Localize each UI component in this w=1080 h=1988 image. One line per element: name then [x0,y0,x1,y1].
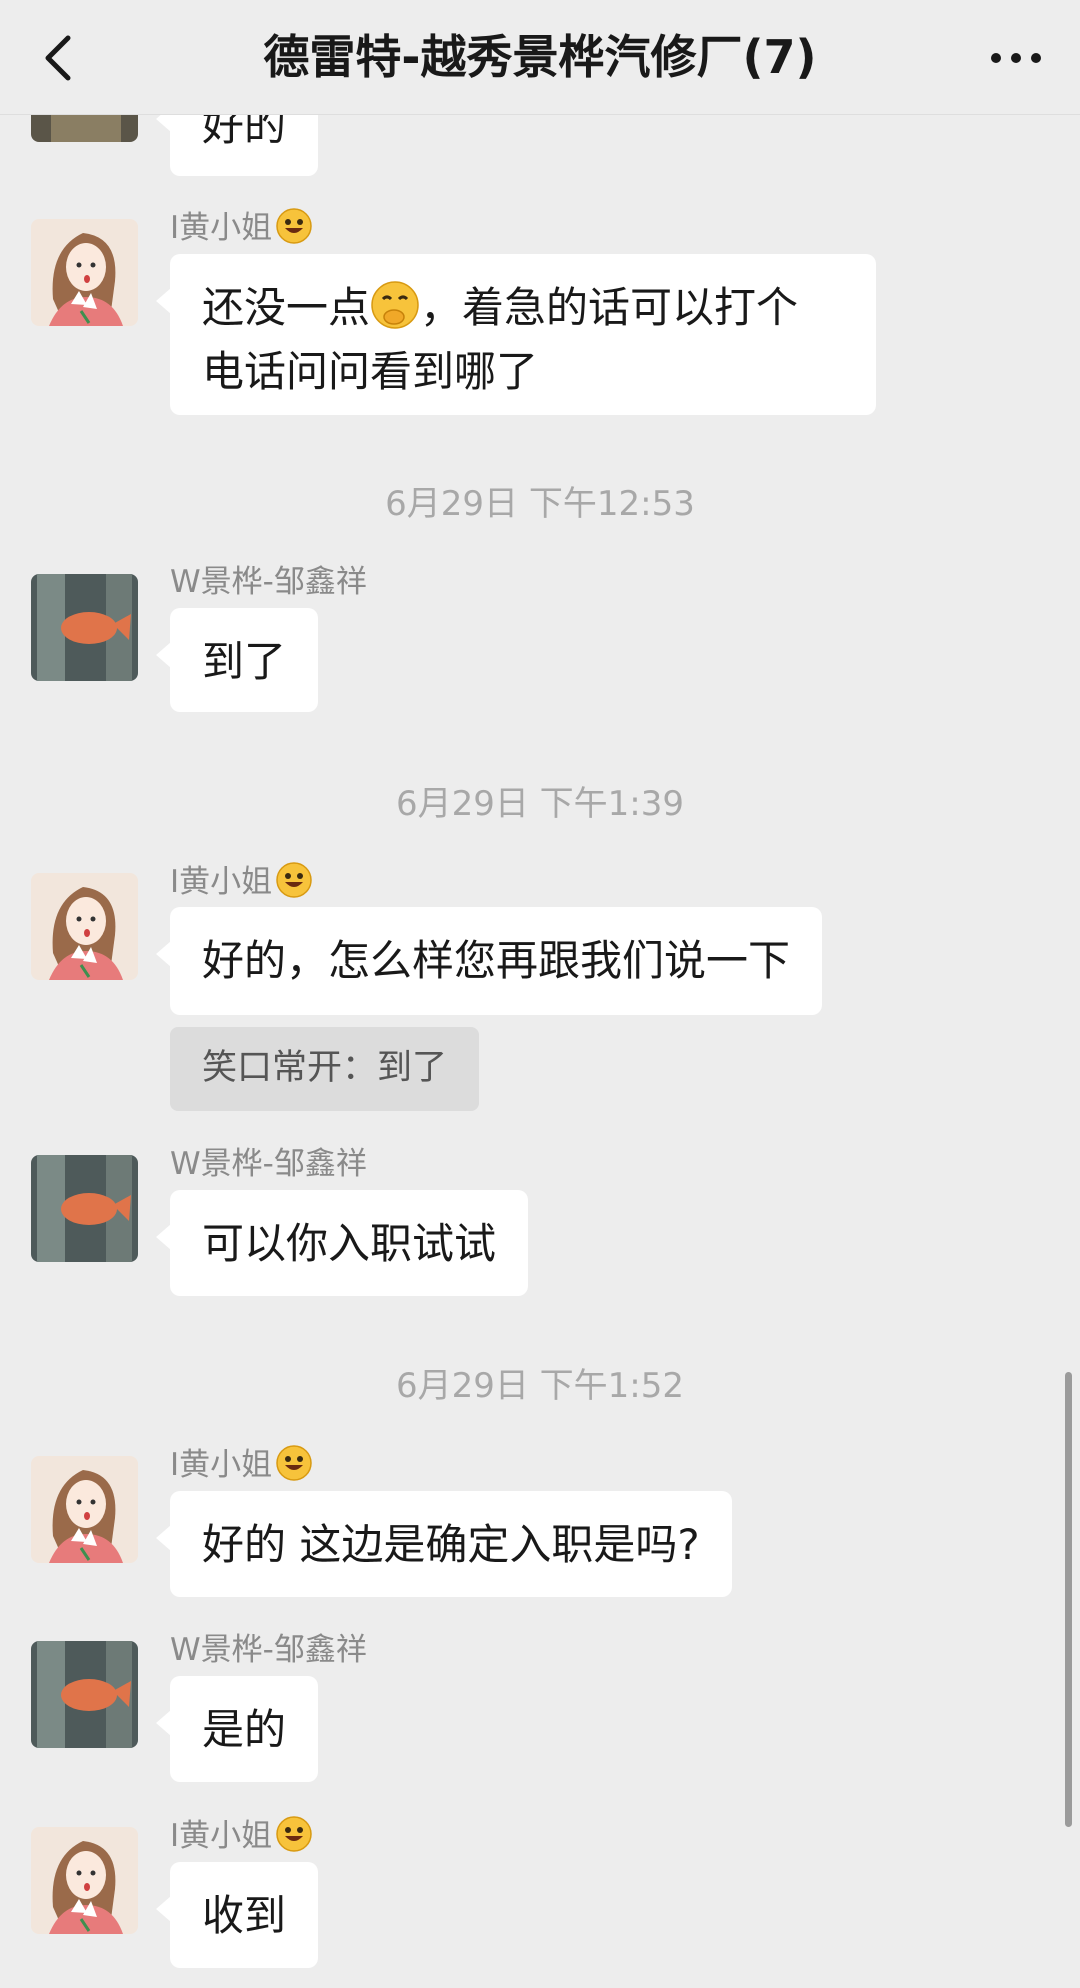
message-bubble[interactable]: 好的 这边是确定入职是吗? [156,1491,732,1597]
thinking-face-icon [370,280,420,344]
quote-text: 笑口常开：到了 [202,1048,448,1088]
avatar-zou[interactable] [31,1155,138,1262]
message-text: 电话问问看到哪了 [202,347,539,396]
message-text: 好的，怎么样您再跟我们说一下 [202,936,791,985]
avatar-huang[interactable] [31,1456,138,1563]
avatar-huang[interactable] [31,219,138,326]
message-bubble[interactable]: 收到 [155,1862,319,1968]
sender-name: I黄小姐 [170,1816,312,1862]
message-text: 还没一点 [202,283,371,332]
message-bubble[interactable]: 到了 [155,608,319,712]
smiley-icon [276,1445,312,1491]
sender-name: I黄小姐 [170,1445,312,1491]
message-text: 是的 [202,1705,287,1754]
more-dots-icon [986,53,1046,80]
sender-name: I黄小姐 [170,862,312,908]
avatar-zou[interactable] [31,574,138,681]
sender-name: W景桦-邹鑫祥 [170,564,367,600]
back-button[interactable] [34,30,84,86]
chevron-left-icon [34,35,84,90]
smiley-icon [276,862,312,908]
message-list[interactable]: 好的 I黄小姐 还没一点 ，着急的话可以打个 电话问问看到哪了 6月29日 下午1… [0,0,1080,1988]
message-text: 收到 [202,1891,287,1940]
avatar-huang[interactable] [31,1827,138,1934]
avatar-huang[interactable] [31,873,138,980]
sender-name: I黄小姐 [170,208,312,254]
message-bubble[interactable]: 好的，怎么样您再跟我们说一下 [155,907,823,1015]
sender-name: W景桦-邹鑫祥 [170,1146,367,1182]
message-bubble[interactable]: 还没一点 ，着急的话可以打个 电话问问看到哪了 [156,254,876,415]
message-text: 好的 这边是确定入职是吗? [202,1520,700,1569]
sender-name: W景桦-邹鑫祥 [170,1632,367,1668]
chat-title: 德雷特-越秀景桦汽修厂(7) [263,30,817,84]
message-text: 到了 [202,637,287,686]
smiley-icon [276,1816,312,1862]
avatar-zou[interactable] [31,1641,138,1748]
message-text: ，着急的话可以打个 [420,283,799,332]
quoted-message[interactable]: 笑口常开：到了 [170,1027,480,1111]
message-text: 可以你入职试试 [202,1219,497,1268]
timestamp: 6月29日 下午1:39 [395,784,685,824]
scrollbar[interactable] [1065,1372,1072,1827]
message-bubble[interactable]: 可以你入职试试 [155,1190,529,1296]
timestamp: 6月29日 下午1:52 [395,1366,685,1406]
timestamp: 6月29日 下午12:53 [385,484,695,524]
message-bubble[interactable]: 是的 [155,1676,319,1782]
chat-header: 德雷特-越秀景桦汽修厂(7) [0,0,1080,115]
more-button[interactable] [986,40,1046,76]
smiley-icon [276,208,312,254]
